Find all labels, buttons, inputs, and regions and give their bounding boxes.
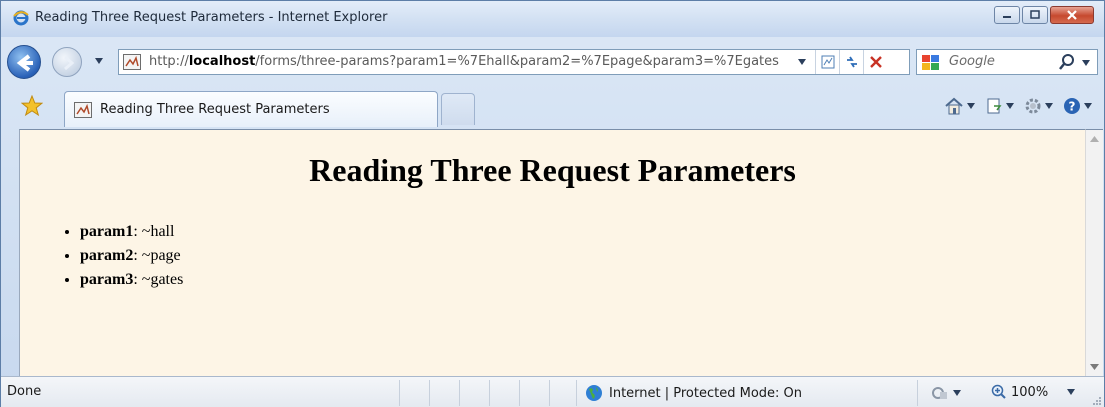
security-zone[interactable]: Internet | Protected Mode: On	[585, 384, 802, 402]
chevron-down-icon	[1084, 103, 1092, 109]
status-text: Done	[7, 384, 42, 399]
chevron-down-icon	[967, 103, 975, 109]
scroll-down-arrow-icon[interactable]	[1090, 364, 1099, 370]
list-item: param2: ~page	[80, 244, 183, 268]
window-title: Reading Three Request Parameters - Inter…	[35, 10, 388, 25]
back-button[interactable]	[7, 45, 41, 79]
globe-icon	[586, 385, 602, 401]
title-bar: Reading Three Request Parameters - Inter…	[1, 1, 1104, 37]
tab-label: Reading Three Request Parameters	[100, 102, 330, 117]
status-bar: Done Internet | Protected Mode: On 100%	[1, 376, 1104, 407]
address-url[interactable]: http://localhost/forms/three-params?para…	[149, 54, 779, 69]
refresh-button[interactable]	[839, 50, 863, 74]
maximize-button[interactable]	[1022, 6, 1048, 24]
chevron-down-icon	[1006, 103, 1014, 109]
search-icon[interactable]	[1059, 53, 1075, 71]
vertical-scrollbar[interactable]	[1085, 129, 1103, 376]
window-controls	[994, 6, 1094, 24]
favorites-star-icon[interactable]	[21, 95, 43, 117]
help-icon: ?	[1064, 98, 1080, 114]
status-panels	[399, 380, 579, 406]
resize-grip-icon[interactable]	[1091, 395, 1101, 405]
search-box[interactable]: Google	[916, 49, 1098, 75]
page-menu-button[interactable]	[985, 97, 1014, 115]
chevron-down-icon	[798, 59, 806, 65]
close-button[interactable]	[1050, 6, 1094, 24]
close-icon	[1067, 10, 1077, 20]
stop-button[interactable]	[863, 50, 887, 74]
forward-button[interactable]	[52, 47, 82, 77]
recent-pages-dropdown-icon[interactable]	[94, 57, 104, 65]
address-bar[interactable]: http://localhost/forms/three-params?para…	[118, 49, 910, 75]
tab-active[interactable]: Reading Three Request Parameters	[64, 91, 438, 127]
home-icon	[945, 97, 963, 115]
zoom-level: 100%	[1011, 384, 1049, 400]
status-divider	[917, 380, 918, 406]
back-arrow-icon	[16, 54, 33, 72]
param-value: ~gates	[141, 271, 184, 288]
list-item: param1: ~hall	[80, 220, 183, 244]
scroll-up-arrow-icon[interactable]	[1090, 136, 1099, 142]
compatibility-view-icon	[821, 55, 834, 69]
param-value: ~page	[141, 247, 181, 264]
new-tab-button[interactable]	[441, 93, 475, 125]
page-heading: Reading Three Request Parameters	[309, 152, 796, 188]
param-value: ~hall	[141, 223, 175, 240]
parameter-list: param1: ~hall param2: ~page param3: ~gat…	[80, 220, 183, 292]
param-separator: :	[133, 271, 142, 288]
compatibility-view-button[interactable]	[815, 50, 839, 74]
chevron-down-icon[interactable]	[1067, 389, 1075, 395]
page-favicon-icon	[123, 54, 141, 70]
security-zone-label: Internet | Protected Mode: On	[609, 385, 803, 401]
param-separator: :	[133, 223, 142, 240]
browser-window: Reading Three Request Parameters - Inter…	[0, 0, 1105, 407]
search-input[interactable]: Google	[949, 54, 995, 69]
google-search-provider-icon	[922, 55, 939, 70]
chevron-down-icon	[1045, 103, 1053, 109]
minimize-button[interactable]	[994, 6, 1020, 24]
ie-logo-icon	[13, 10, 29, 26]
search-options-dropdown-icon[interactable]	[1081, 59, 1091, 67]
maximize-icon	[1030, 10, 1040, 19]
add-ons-button[interactable]	[931, 385, 961, 401]
add-ons-icon	[932, 387, 947, 399]
forward-arrow-icon	[64, 55, 75, 71]
page-icon	[987, 98, 1002, 114]
minimize-icon	[1003, 16, 1011, 18]
zoom-button[interactable]: 100%	[991, 384, 1048, 400]
page-favicon-icon	[74, 102, 92, 118]
refresh-icon	[846, 56, 857, 68]
param-name: param3	[80, 271, 134, 288]
help-menu-button[interactable]: ?	[1063, 97, 1092, 115]
list-item: param3: ~gates	[80, 268, 183, 292]
tab-bar: Reading Three Request Parameters ?	[1, 87, 1104, 129]
param-separator: :	[133, 247, 142, 264]
page-content: Reading Three Request Parameters param1:…	[19, 129, 1085, 376]
svg-text:?: ?	[1069, 100, 1076, 114]
zoom-icon	[991, 384, 1006, 399]
address-dropdown-button[interactable]	[790, 50, 814, 74]
tools-menu-button[interactable]	[1024, 97, 1053, 115]
stop-icon	[869, 56, 882, 68]
chevron-down-icon	[953, 390, 961, 396]
navigation-bar: http://localhost/forms/three-params?para…	[1, 37, 1104, 87]
command-bar: ?	[944, 97, 1092, 115]
gear-icon	[1025, 98, 1041, 114]
param-name: param1	[80, 223, 134, 240]
home-button[interactable]	[944, 97, 975, 115]
param-name: param2	[80, 247, 134, 264]
status-divider	[576, 380, 577, 406]
